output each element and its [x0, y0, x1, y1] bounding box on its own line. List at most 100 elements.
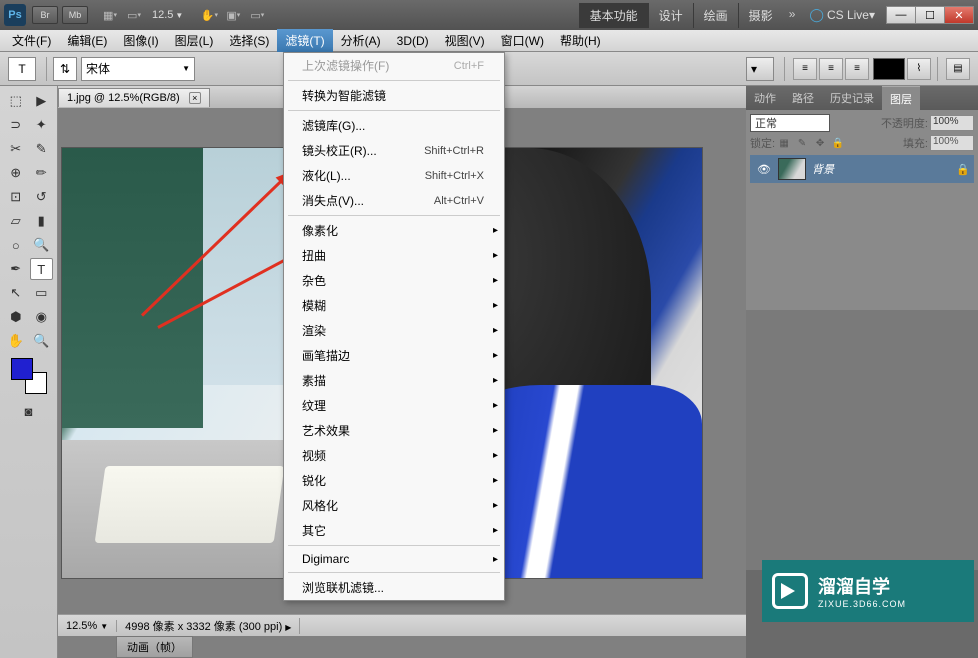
zoom-tool[interactable]: 🔍 — [30, 330, 54, 352]
menu-item[interactable]: 转换为智能滤镜 — [284, 83, 504, 108]
align-center-button[interactable]: ≡ — [819, 58, 843, 80]
color-swatches[interactable] — [11, 358, 47, 394]
eraser-tool[interactable]: ▱ — [4, 210, 28, 232]
bridge-button[interactable]: Br — [32, 6, 58, 24]
menu-select[interactable]: 选择(S) — [221, 29, 277, 52]
panel-tab-actions[interactable]: 动作 — [746, 86, 784, 110]
opacity-input[interactable]: 100% — [930, 115, 974, 131]
menu-help[interactable]: 帮助(H) — [552, 29, 609, 52]
gradient-tool[interactable]: ▮ — [30, 210, 54, 232]
heal-tool[interactable]: ⊕ — [4, 162, 28, 184]
grid-icon[interactable]: ▦▾ — [100, 5, 120, 25]
pen-tool[interactable]: ✒ — [4, 258, 28, 280]
character-panel-button[interactable]: ▤ — [946, 58, 970, 80]
menu-item[interactable]: 扭曲 — [284, 243, 504, 268]
marquee-tool[interactable]: ▶ — [30, 90, 54, 112]
menu-item[interactable]: 画笔描边 — [284, 343, 504, 368]
3d-tool[interactable]: ⬢ — [4, 306, 28, 328]
arrange-icon[interactable]: ▣▾ — [223, 5, 243, 25]
menu-3d[interactable]: 3D(D) — [389, 31, 437, 51]
menu-view[interactable]: 视图(V) — [437, 29, 493, 52]
status-zoom[interactable]: 12.5%▼ — [58, 620, 117, 632]
extras-icon[interactable]: ▭▾ — [124, 5, 144, 25]
menu-item[interactable]: 风格化 — [284, 493, 504, 518]
hand-tool[interactable]: ✋ — [4, 330, 28, 352]
hand-tool-icon[interactable]: ✋▾ — [199, 5, 219, 25]
workspace-tab-essentials[interactable]: 基本功能 — [579, 3, 648, 28]
workspace-tab-design[interactable]: 设计 — [648, 3, 693, 28]
crop-tool[interactable]: ✂ — [4, 138, 28, 160]
align-left-button[interactable]: ≡ — [793, 58, 817, 80]
menu-item[interactable]: 渲染 — [284, 318, 504, 343]
close-button[interactable]: ✕ — [944, 6, 974, 24]
lasso-tool[interactable]: ⊃ — [4, 114, 28, 136]
menu-image[interactable]: 图像(I) — [115, 29, 166, 52]
menu-item[interactable]: 消失点(V)...Alt+Ctrl+V — [284, 188, 504, 213]
lock-position-icon[interactable]: ✥ — [812, 136, 828, 150]
menu-item[interactable]: 杂色 — [284, 268, 504, 293]
menu-item[interactable]: 浏览联机滤镜... — [284, 575, 504, 600]
lock-transparency-icon[interactable]: ▦ — [776, 136, 792, 150]
more-workspaces-icon[interactable]: » — [783, 3, 802, 28]
menu-item[interactable]: 滤镜库(G)... — [284, 113, 504, 138]
font-family-combo[interactable]: 宋体▼ — [81, 57, 195, 81]
dodge-tool[interactable]: 🔍 — [30, 234, 54, 256]
menu-edit[interactable]: 编辑(E) — [59, 29, 115, 52]
quickmask-tool[interactable]: ◙ — [17, 400, 41, 422]
menu-item[interactable]: 镜头校正(R)...Shift+Ctrl+R — [284, 138, 504, 163]
lock-all-icon[interactable]: 🔒 — [830, 136, 846, 150]
menu-item[interactable]: 液化(L)...Shift+Ctrl+X — [284, 163, 504, 188]
move-tool[interactable]: ⬚ — [4, 90, 28, 112]
panel-tab-paths[interactable]: 路径 — [784, 86, 822, 110]
blend-mode-combo[interactable]: 正常 — [750, 114, 830, 132]
menu-window[interactable]: 窗口(W) — [493, 29, 552, 52]
history-brush-tool[interactable]: ↺ — [30, 186, 54, 208]
fill-input[interactable]: 100% — [930, 135, 974, 151]
workspace-tab-painting[interactable]: 绘画 — [693, 3, 738, 28]
foreground-color[interactable] — [11, 358, 33, 380]
menu-item[interactable]: 模糊 — [284, 293, 504, 318]
menu-item[interactable]: 其它 — [284, 518, 504, 543]
shape-tool[interactable]: ▭ — [30, 282, 54, 304]
minimize-button[interactable]: — — [886, 6, 916, 24]
menu-item[interactable]: 像素化 — [284, 218, 504, 243]
menu-item[interactable]: 锐化 — [284, 468, 504, 493]
menu-item[interactable]: 艺术效果 — [284, 418, 504, 443]
menu-item[interactable]: 纹理 — [284, 393, 504, 418]
status-doc-info[interactable]: 4998 像素 x 3332 像素 (300 ppi)▶ — [117, 618, 300, 634]
blur-tool[interactable]: ○ — [4, 234, 28, 256]
current-tool-icon[interactable]: T — [8, 57, 36, 81]
layer-visibility-icon[interactable]: 👁 — [754, 159, 774, 179]
eyedropper-tool[interactable]: ✎ — [30, 138, 54, 160]
document-tab[interactable]: 1.jpg @ 12.5%(RGB/8) × — [58, 88, 210, 107]
animation-panel-tab[interactable]: 动画（帧） — [116, 636, 193, 658]
screen-mode-icon[interactable]: ▭▾ — [247, 5, 267, 25]
panel-tab-history[interactable]: 历史记录 — [822, 86, 882, 110]
panel-tab-layers[interactable]: 图层 — [882, 86, 920, 110]
cs-live-button[interactable]: ◯CS Live ▾ — [809, 7, 875, 23]
menu-item[interactable]: 素描 — [284, 368, 504, 393]
tab-close-icon[interactable]: × — [189, 92, 201, 104]
warp-text-button[interactable]: ⌇ — [907, 58, 931, 80]
menu-item[interactable]: 视频 — [284, 443, 504, 468]
layer-thumbnail[interactable] — [778, 158, 806, 180]
menu-file[interactable]: 文件(F) — [4, 29, 59, 52]
text-tool[interactable]: T — [30, 258, 54, 280]
menu-layer[interactable]: 图层(L) — [167, 29, 222, 52]
menu-analysis[interactable]: 分析(A) — [333, 29, 389, 52]
3d-camera-tool[interactable]: ◉ — [30, 306, 54, 328]
align-right-button[interactable]: ≡ — [845, 58, 869, 80]
stamp-tool[interactable]: ⊡ — [4, 186, 28, 208]
layer-row[interactable]: 👁 背景 🔒 — [750, 155, 974, 183]
workspace-tab-photo[interactable]: 摄影 — [738, 3, 783, 28]
lock-pixels-icon[interactable]: ✎ — [794, 136, 810, 150]
menu-item[interactable]: Digimarc — [284, 548, 504, 570]
wand-tool[interactable]: ✦ — [30, 114, 54, 136]
brush-tool[interactable]: ✏ — [30, 162, 54, 184]
mini-bridge-button[interactable]: Mb — [62, 6, 88, 24]
text-orientation-button[interactable]: ⇅ — [53, 57, 77, 81]
path-select-tool[interactable]: ↖ — [4, 282, 28, 304]
style-combo[interactable]: ▾ — [746, 57, 774, 81]
menu-filter[interactable]: 滤镜(T) — [277, 29, 332, 52]
text-color-swatch[interactable] — [873, 58, 905, 80]
